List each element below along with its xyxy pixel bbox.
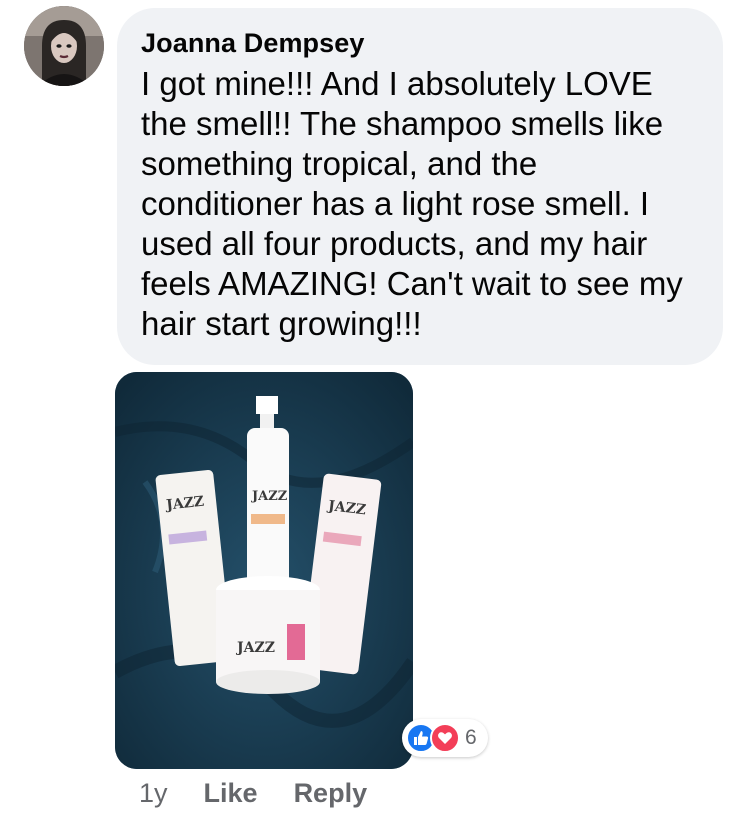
love-icon <box>430 723 460 753</box>
comment-timestamp[interactable]: 1y <box>139 778 168 809</box>
reaction-summary[interactable]: 6 <box>402 719 488 757</box>
comment-photo[interactable]: JAZZ JAZZ JAZZ JAZZ <box>115 372 413 769</box>
comment-author[interactable]: Joanna Dempsey <box>141 26 699 60</box>
svg-text:JAZZ: JAZZ <box>251 489 288 504</box>
svg-text:JAZZ: JAZZ <box>235 640 275 656</box>
comment-actions: 1y Like Reply <box>139 778 367 809</box>
comment-thread: Joanna Dempsey I got mine!!! And I absol… <box>0 0 750 829</box>
product-photo: JAZZ JAZZ JAZZ JAZZ <box>115 372 413 769</box>
profile-photo-icon <box>24 6 104 86</box>
reaction-count: 6 <box>465 726 477 749</box>
avatar[interactable] <box>24 6 104 86</box>
like-button[interactable]: Like <box>204 778 258 809</box>
comment-bubble: Joanna Dempsey I got mine!!! And I absol… <box>117 8 723 365</box>
reply-button[interactable]: Reply <box>294 778 368 809</box>
comment-text: I got mine!!! And I absolutely LOVE the … <box>141 65 683 342</box>
